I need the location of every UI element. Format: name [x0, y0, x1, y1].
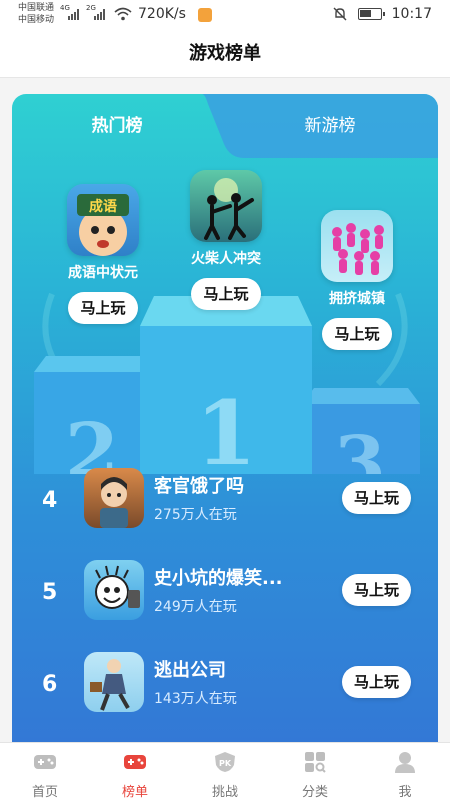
signal-icon — [68, 8, 82, 20]
play-now-button[interactable]: 马上玩 — [322, 318, 392, 350]
list-item[interactable]: 6 逃出公司 143万人在玩 马上玩 — [12, 652, 438, 726]
list-item[interactable]: 5 史小坑的爆笑... 249万人在玩 马上玩 — [12, 560, 438, 634]
carrier-2: 中国移动 — [18, 15, 55, 25]
top-game-rank-3[interactable]: 拥挤城镇 马上玩 — [302, 210, 412, 350]
game-icon-stickman[interactable] — [190, 170, 262, 242]
player-count: 275万人在玩 — [154, 507, 237, 523]
game-icon-crowd-city[interactable] — [321, 210, 393, 282]
nav-label: 我 — [398, 785, 412, 800]
podium-number-3: 3 — [334, 421, 386, 474]
game-icon-chengyu[interactable]: 成语 — [67, 184, 139, 256]
icon-badge-text: 成语 — [89, 198, 117, 215]
play-now-button[interactable]: 马上玩 — [68, 292, 138, 324]
nav-ranking[interactable]: 榜单 — [90, 743, 180, 800]
game-icon-keguan[interactable] — [84, 468, 144, 528]
top-game-name: 火柴人冲突 — [191, 251, 261, 267]
top-game-rank-2[interactable]: 成语 成语中状元 马上玩 — [48, 184, 158, 324]
tab-hot-list[interactable]: 热门榜 — [12, 94, 222, 158]
rank-number: 6 — [42, 672, 58, 697]
game-name: 逃出公司 — [154, 660, 226, 681]
ranking-tabs: 热门榜 新游榜 — [12, 94, 438, 158]
gamepad-icon — [34, 755, 56, 769]
status-bar: 中国联通 中国移动 4G 2G 720K/s 10:17 — [0, 0, 450, 30]
game-icon-shixiaokeng[interactable] — [84, 560, 144, 620]
mute-bell-icon — [333, 7, 347, 21]
player-count: 143万人在玩 — [154, 691, 237, 707]
nav-category[interactable]: 分类 — [270, 743, 360, 800]
bottom-nav: 首页 榜单 PK 挑战 分类 我 — [0, 742, 450, 800]
wifi-icon — [114, 7, 132, 21]
top-game-name: 成语中状元 — [68, 265, 138, 281]
play-now-button[interactable]: 马上玩 — [342, 482, 412, 514]
game-name: 客官饿了吗 — [154, 476, 244, 497]
podium-number-2: 2 — [65, 407, 119, 474]
user-icon — [395, 752, 415, 773]
nav-label: 首页 — [31, 785, 58, 800]
nav-label: 挑战 — [211, 785, 238, 800]
play-now-button[interactable]: 马上玩 — [342, 574, 412, 606]
rank-number: 5 — [42, 580, 58, 605]
player-count: 249万人在玩 — [154, 599, 237, 615]
nav-profile[interactable]: 我 — [360, 743, 450, 800]
carrier-1: 中国联通 — [18, 3, 55, 13]
nav-label: 分类 — [301, 785, 328, 800]
carrier-info: 中国联通 中国移动 — [18, 2, 54, 26]
play-now-button[interactable]: 马上玩 — [342, 666, 412, 698]
tab-new-games[interactable]: 新游榜 — [222, 94, 438, 158]
nav-challenge[interactable]: PK 挑战 — [180, 743, 270, 800]
nav-home[interactable]: 首页 — [0, 743, 90, 800]
top-game-name: 拥挤城镇 — [329, 291, 385, 307]
signal-icon — [94, 8, 108, 20]
game-icon-escape-office[interactable] — [84, 652, 144, 712]
clock: 10:17 — [391, 6, 432, 22]
ranking-card: 热门榜 新游榜 2 1 3 成语 成语中状元 马上玩 火柴人冲突 马上玩 拥挤城… — [12, 94, 438, 744]
game-name: 史小坑的爆笑... — [154, 568, 283, 589]
rank-number: 4 — [42, 488, 58, 513]
page-title: 游戏榜单 — [189, 43, 261, 64]
play-now-button[interactable]: 马上玩 — [191, 278, 261, 310]
svg-text:PK: PK — [219, 759, 232, 768]
battery-icon — [357, 8, 385, 20]
app-notification-icon — [198, 8, 212, 22]
app-header: 游戏榜单 — [0, 30, 450, 78]
list-item[interactable]: 4 客官饿了吗 275万人在玩 马上玩 — [12, 468, 438, 542]
nav-label: 榜单 — [121, 785, 148, 800]
category-grid-icon — [305, 752, 326, 773]
gamepad-icon — [124, 755, 146, 769]
top-game-rank-1[interactable]: 火柴人冲突 马上玩 — [171, 170, 281, 310]
network-speed: 720K/s — [138, 6, 186, 22]
pk-shield-icon: PK — [215, 752, 235, 772]
podium-number-1: 1 — [195, 381, 256, 474]
